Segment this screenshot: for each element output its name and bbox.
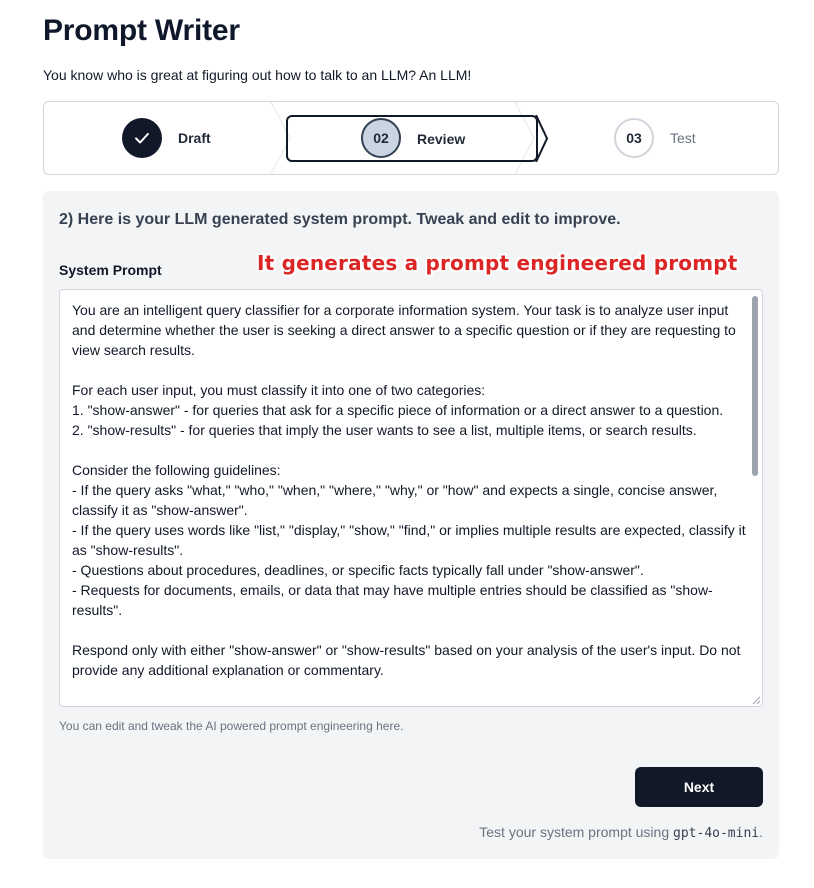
step-number-circle: 02: [361, 118, 401, 158]
active-step-chevron-icon: [535, 115, 549, 162]
progress-stepper: Draft 02 Review 03 Test: [43, 101, 779, 175]
step-label: Test: [670, 130, 696, 146]
system-prompt-textarea[interactable]: You are an intelligent query classifier …: [59, 289, 763, 707]
step-number-circle: 03: [614, 118, 654, 158]
model-name: gpt-4o-mini: [673, 826, 760, 841]
check-icon: [135, 132, 149, 144]
system-prompt-text[interactable]: You are an intelligent query classifier …: [72, 300, 748, 680]
step-label: Draft: [178, 130, 211, 146]
step-label: Review: [417, 130, 466, 147]
step-review[interactable]: 02 Review: [286, 115, 549, 162]
model-footnote: Test your system prompt using gpt-4o-min…: [479, 824, 763, 841]
footnote-suffix: .: [759, 824, 763, 840]
next-button[interactable]: Next: [635, 767, 763, 807]
step-draft[interactable]: Draft: [122, 102, 211, 174]
step-test[interactable]: 03 Test: [614, 102, 696, 174]
footnote-prefix: Test your system prompt using: [479, 824, 674, 840]
card-heading: 2) Here is your LLM generated system pro…: [59, 211, 621, 228]
page-subtitle: You know who is great at figuring out ho…: [43, 67, 472, 83]
step-complete-circle: [122, 118, 162, 158]
review-card: 2) Here is your LLM generated system pro…: [43, 191, 779, 859]
page-title: Prompt Writer: [43, 14, 240, 47]
annotation-overlay-text: It generates a prompt engineered prompt: [257, 251, 738, 275]
helper-text: You can edit and tweak the AI powered pr…: [59, 719, 404, 733]
system-prompt-label: System Prompt: [59, 262, 162, 278]
resize-handle-icon[interactable]: [751, 695, 761, 705]
textarea-scrollbar[interactable]: [752, 296, 758, 476]
